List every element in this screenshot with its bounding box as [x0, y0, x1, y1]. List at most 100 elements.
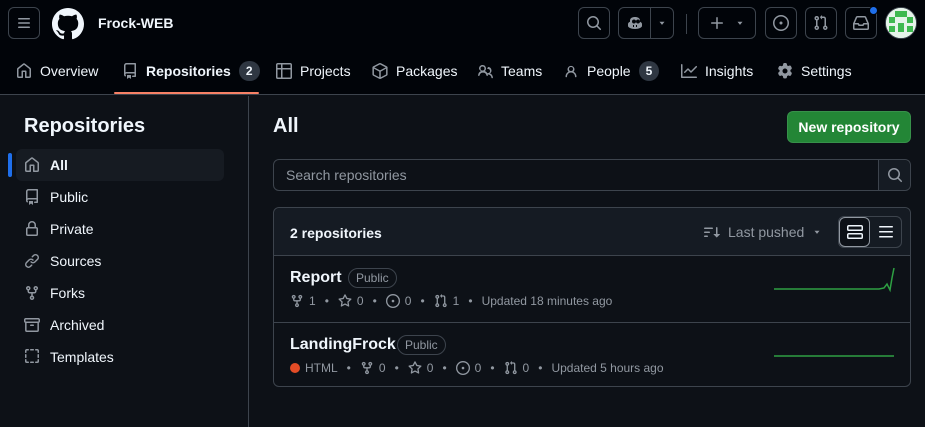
- updated-time: Updated 5 hours ago: [551, 361, 664, 375]
- template-icon: [25, 349, 39, 363]
- people-icon: [478, 65, 493, 79]
- notification-indicator: [869, 6, 878, 15]
- sidebar-item-label: Private: [50, 221, 94, 237]
- star-count[interactable]: 0: [357, 294, 364, 308]
- graph-icon: [681, 64, 697, 78]
- lock-icon: [26, 221, 38, 236]
- repository-row: LandingFrock Public HTML • 0 • 0 • 0 • 0…: [274, 322, 910, 387]
- copilot-dropdown[interactable]: [651, 18, 673, 28]
- tab-label: Teams: [501, 63, 543, 79]
- tab-packages[interactable]: Packages: [372, 47, 457, 95]
- repository-count: 2 repositories: [290, 225, 382, 241]
- active-item-marker: [8, 153, 12, 177]
- star-icon: [408, 361, 422, 374]
- issue-count[interactable]: 0: [475, 361, 482, 375]
- sort-dropdown[interactable]: Last pushed: [704, 217, 822, 247]
- search-submit-button[interactable]: [878, 160, 910, 190]
- tab-overview[interactable]: Overview: [16, 47, 98, 95]
- sidebar-item-private[interactable]: Private: [16, 213, 224, 245]
- fork-icon: [26, 285, 38, 301]
- tab-people[interactable]: People 5: [563, 47, 660, 95]
- home-icon: [25, 157, 39, 172]
- repositories-sidebar: Repositories All Public Private Sources …: [0, 96, 249, 427]
- separator: •: [324, 294, 329, 308]
- rows-icon: [846, 225, 863, 239]
- separator: •: [490, 361, 495, 375]
- package-icon: [372, 63, 388, 79]
- list-view-button[interactable]: [870, 217, 901, 247]
- plus-icon: [711, 17, 723, 29]
- tab-label: Settings: [801, 63, 852, 79]
- sidebar-item-public[interactable]: Public: [16, 181, 224, 213]
- repository-list: 2 repositories Last pushed Report Public…: [273, 207, 911, 387]
- sidebar-item-forks[interactable]: Forks: [16, 277, 224, 309]
- link-icon: [25, 253, 40, 268]
- card-view-button[interactable]: [839, 217, 871, 247]
- tab-label: Projects: [300, 63, 351, 79]
- repo-icon: [123, 63, 136, 79]
- gear-icon: [778, 63, 792, 79]
- tab-label: Repositories: [146, 63, 231, 79]
- repo-name-link[interactable]: Report: [290, 269, 342, 287]
- visibility-badge: Public: [397, 335, 446, 355]
- chevron-down-icon: [737, 21, 743, 25]
- activity-sparkline: [774, 267, 895, 293]
- fork-count[interactable]: 0: [379, 361, 386, 375]
- separator: •: [372, 294, 377, 308]
- issue-icon: [773, 15, 789, 31]
- org-name[interactable]: Frock-WEB: [98, 15, 173, 31]
- tab-teams[interactable]: Teams: [477, 47, 542, 95]
- page-title: All: [273, 115, 299, 137]
- archive-icon: [24, 318, 40, 332]
- active-tab-indicator: [114, 92, 259, 94]
- separator: •: [420, 294, 425, 308]
- create-new-button[interactable]: [698, 7, 756, 39]
- fork-count[interactable]: 1: [309, 294, 316, 308]
- avatar[interactable]: [885, 7, 917, 39]
- github-logo-icon[interactable]: [52, 8, 84, 40]
- tab-projects[interactable]: Projects: [276, 47, 351, 95]
- repository-row: Report Public 1 • 0 • 0 • 1 • Updated 18…: [274, 256, 910, 322]
- sidebar-item-templates[interactable]: Templates: [16, 341, 224, 373]
- top-bar: Frock-WEB: [0, 0, 925, 47]
- tab-settings[interactable]: Settings: [777, 47, 852, 95]
- fork-icon: [291, 294, 303, 308]
- repo-name-link[interactable]: LandingFrock: [290, 336, 396, 354]
- new-repository-button[interactable]: New repository: [787, 111, 911, 143]
- pull-request-icon: [434, 294, 447, 308]
- chevron-down-icon: [814, 230, 820, 234]
- tab-repositories[interactable]: Repositories 2: [122, 47, 260, 95]
- copilot-main[interactable]: [619, 15, 650, 31]
- sidebar-item-label: Templates: [50, 349, 114, 365]
- repo-icon: [25, 189, 38, 205]
- separator: •: [538, 361, 543, 375]
- updated-time: Updated 18 minutes ago: [481, 294, 613, 308]
- org-nav-tabs: Overview Repositories 2 Projects Package…: [0, 47, 925, 95]
- pr-count[interactable]: 0: [523, 361, 530, 375]
- chevron-down-icon: [659, 21, 665, 25]
- search-box: [273, 159, 911, 191]
- pr-count[interactable]: 1: [453, 294, 460, 308]
- search-input[interactable]: [274, 160, 880, 190]
- pull-requests-button[interactable]: [805, 7, 837, 39]
- star-count[interactable]: 0: [427, 361, 434, 375]
- issue-count[interactable]: 0: [405, 294, 412, 308]
- sidebar-item-archived[interactable]: Archived: [16, 309, 224, 341]
- sidebar-item-label: Sources: [50, 253, 102, 269]
- sidebar-item-label: Public: [50, 189, 89, 205]
- issue-icon: [385, 294, 400, 308]
- menu-button[interactable]: [8, 7, 40, 39]
- inbox-icon: [853, 15, 869, 30]
- tab-insights[interactable]: Insights: [681, 47, 753, 95]
- sidebar-item-sources[interactable]: Sources: [16, 245, 224, 277]
- repo-meta: HTML • 0 • 0 • 0 • 0 • Updated 5 hours a…: [290, 361, 664, 375]
- sidebar-item-all[interactable]: All: [16, 149, 224, 181]
- separator: •: [394, 361, 399, 375]
- identicon-icon: [886, 8, 916, 38]
- home-icon: [17, 63, 31, 78]
- separator: •: [468, 294, 473, 308]
- copilot-button[interactable]: [618, 7, 674, 39]
- search-button[interactable]: [578, 7, 610, 39]
- issues-button[interactable]: [765, 7, 797, 39]
- sort-label: Last pushed: [728, 224, 805, 240]
